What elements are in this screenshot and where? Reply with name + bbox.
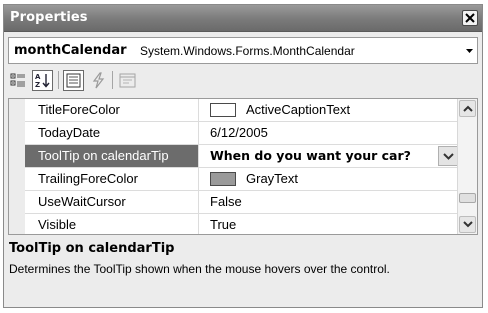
close-button[interactable] [462, 10, 478, 26]
property-name: Visible [25, 214, 199, 234]
scroll-up-button[interactable] [459, 100, 476, 117]
property-row[interactable]: TodayDate 6/12/2005 [25, 122, 458, 145]
property-row-selected[interactable]: ToolTip on calendarTip When do you want … [25, 145, 458, 168]
property-value-text: ActiveCaptionText [246, 102, 351, 117]
chevron-down-icon [463, 221, 473, 228]
property-value[interactable]: False [200, 191, 458, 213]
vertical-scrollbar[interactable] [457, 99, 477, 234]
property-name: UseWaitCursor [25, 191, 199, 213]
window-title: Properties [10, 10, 88, 25]
categorized-button[interactable] [8, 70, 29, 91]
events-icon [92, 72, 105, 89]
chevron-down-icon [466, 49, 473, 53]
events-button[interactable] [88, 70, 109, 91]
property-grid: TitleForeColor ActiveCaptionText TodayDa… [8, 98, 478, 235]
svg-text:Z: Z [35, 81, 40, 89]
title-bar[interactable]: Properties [4, 5, 482, 32]
properties-window: Properties monthCalendar System.Windows.… [3, 4, 483, 308]
value-dropdown-button[interactable] [438, 146, 458, 166]
object-name: monthCalendar [14, 43, 127, 58]
toolbar-separator [58, 71, 59, 89]
description-pane: ToolTip on calendarTip Determines the To… [8, 239, 478, 305]
property-name: ToolTip on calendarTip [25, 145, 199, 167]
alphabetical-icon: A Z [35, 73, 50, 89]
property-row[interactable]: Visible True [25, 214, 458, 234]
property-pages-icon [119, 73, 136, 88]
scroll-thumb[interactable] [459, 193, 476, 203]
property-row[interactable]: TrailingForeColor GrayText [25, 168, 458, 191]
property-name: TrailingForeColor [25, 168, 199, 190]
categorized-icon [10, 73, 25, 87]
property-row[interactable]: TitleForeColor ActiveCaptionText [25, 99, 458, 122]
alphabetical-button[interactable]: A Z [32, 70, 53, 91]
toolbar: A Z [8, 68, 478, 94]
toolbar-separator [112, 71, 113, 89]
properties-button[interactable] [63, 70, 84, 91]
description-title: ToolTip on calendarTip [9, 241, 175, 256]
grid-margin [9, 99, 25, 234]
properties-icon [66, 73, 81, 88]
object-selector-combo[interactable]: monthCalendar System.Windows.Forms.Month… [8, 37, 478, 64]
property-value[interactable]: ActiveCaptionText [200, 99, 458, 121]
chevron-down-icon [443, 153, 454, 160]
scroll-down-button[interactable] [459, 216, 476, 233]
object-type: System.Windows.Forms.MonthCalendar [140, 44, 355, 58]
property-value-input[interactable]: When do you want your car? [200, 145, 458, 167]
svg-text:A: A [35, 73, 41, 81]
property-row[interactable]: UseWaitCursor False [25, 191, 458, 214]
close-icon [465, 13, 475, 23]
property-pages-button[interactable] [117, 70, 138, 91]
property-value[interactable]: 6/12/2005 [200, 122, 458, 144]
chevron-up-icon [463, 105, 473, 112]
property-value[interactable]: GrayText [200, 168, 458, 190]
property-value-text: GrayText [246, 171, 299, 186]
color-swatch [210, 103, 236, 117]
description-text: Determines the ToolTip shown when the mo… [9, 262, 390, 276]
property-name: TitleForeColor [25, 99, 199, 121]
color-swatch [210, 172, 236, 186]
property-name: TodayDate [25, 122, 199, 144]
property-value[interactable]: True [200, 214, 458, 234]
